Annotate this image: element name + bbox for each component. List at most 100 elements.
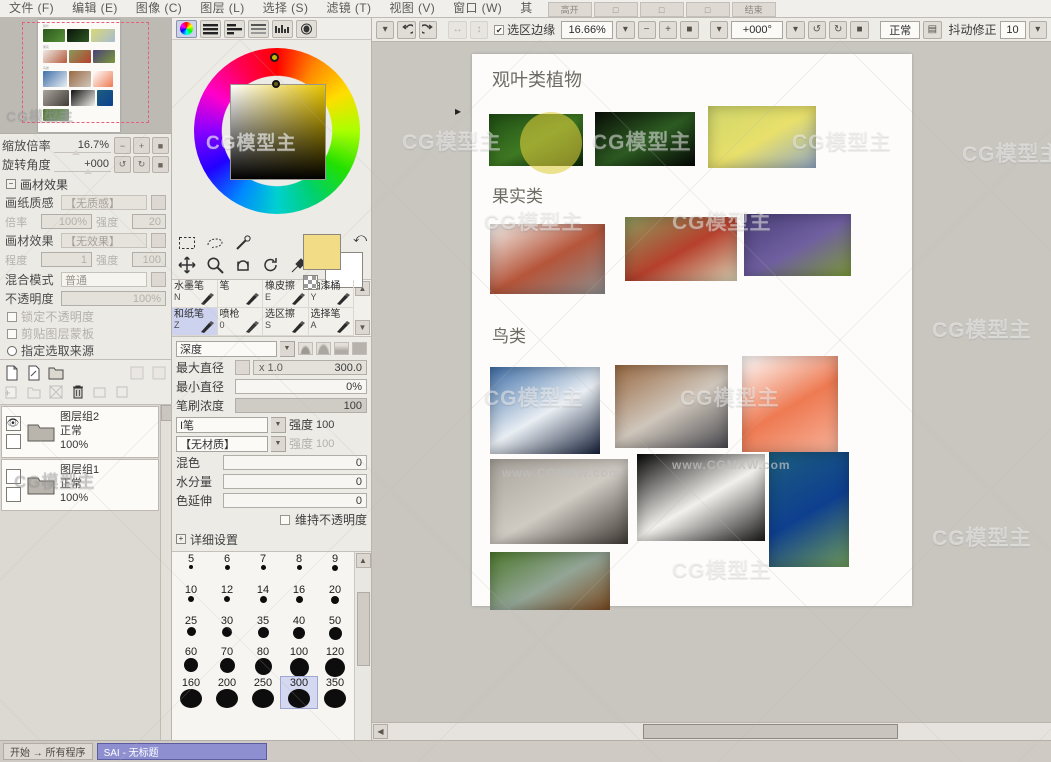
blend-mode-select[interactable]: 普通 (61, 272, 147, 287)
canvas-rotate-ccw-button[interactable]: ↺ (807, 20, 827, 39)
layer-1-visibility-checkbox[interactable] (5, 468, 21, 484)
keep-opacity-row[interactable]: 维持不透明度 (176, 511, 367, 528)
hand-icon[interactable] (234, 256, 252, 274)
layer-opacity-slider[interactable]: 100% (61, 291, 166, 306)
menu-item-select[interactable]: 选择 (S) (254, 0, 318, 17)
canvas-rotate-value[interactable]: +000° (731, 20, 784, 39)
hscroll-thumb[interactable] (643, 724, 898, 739)
menu-item-edit[interactable]: 编辑 (E) (63, 0, 127, 17)
saturation-value-knob[interactable] (272, 80, 280, 88)
brush-size-cell-35[interactable]: 35 (245, 615, 281, 646)
canvas-viewport[interactable]: ▸ 观叶类植物 果实类 鸟类 CG模型主 CG模型主 CG模型主 CG模型主 C… (372, 42, 1051, 722)
brush-size-cell-160[interactable]: 160 (173, 677, 209, 708)
brush-size-cell-50[interactable]: 50 (317, 615, 353, 646)
max-diameter-slider[interactable]: x 1.0 300.0 (253, 360, 367, 375)
paper-strength-slider[interactable]: 20 (132, 214, 166, 229)
brush-size-cell-5[interactable]: 5 (173, 553, 209, 584)
size-scroll-up[interactable]: ▲ (355, 553, 371, 568)
brush-size-cell-25[interactable]: 25 (173, 615, 209, 646)
material-select[interactable]: 【无材质】 (176, 435, 268, 452)
canvas-effects-header[interactable]: − 画材效果 (3, 175, 168, 193)
rotate-icon[interactable] (262, 256, 280, 274)
canvas-zoom-reset-button[interactable]: ■ (680, 20, 699, 39)
tail-button-2[interactable]: □ (639, 2, 684, 17)
selection-edge-toggle[interactable]: 选区边缘 (494, 21, 555, 38)
texture-select[interactable]: I笔 (176, 416, 268, 433)
tail-button-4[interactable]: 结束 (731, 2, 776, 17)
brush-size-scrollbar[interactable]: ▲ (354, 552, 371, 740)
stabilizer-dropdown[interactable]: ▾ (1028, 20, 1047, 39)
lock-alpha-row[interactable]: 锁定不透明度 (3, 308, 168, 325)
canvas-zoom-in-button[interactable]: + (658, 20, 678, 39)
max-diameter-lock-button[interactable] (235, 360, 250, 375)
menu-item-window[interactable]: 窗口 (W) (444, 0, 511, 17)
rgb-slider-tab[interactable] (200, 19, 221, 38)
select-source-row[interactable]: 指定选取来源 (3, 342, 168, 359)
brush-size-cell-60[interactable]: 60 (173, 646, 209, 677)
brush-size-cell-8[interactable]: 8 (281, 553, 317, 584)
brush-size-cell-14[interactable]: 14 (245, 584, 281, 615)
hsv-slider-tab[interactable] (224, 19, 245, 38)
texture-arrow[interactable]: ▼ (271, 416, 286, 433)
blending-slider[interactable]: 0 (223, 455, 367, 470)
lock-alpha-checkbox[interactable] (7, 311, 17, 322)
paper-opacity-slider[interactable]: 100% (41, 214, 92, 229)
transparent-swatch[interactable] (303, 275, 318, 290)
canvas-zoom-value[interactable]: 16.66% (561, 20, 614, 39)
brush-tool-5[interactable]: 喷枪 0 (217, 308, 263, 336)
menu-item-file[interactable]: 文件 (F) (0, 0, 63, 17)
tail-button-1[interactable]: □ (593, 2, 638, 17)
flip-horizontal-button[interactable]: ↔ (448, 20, 467, 39)
brush-size-cell-350[interactable]: 350 (317, 677, 353, 708)
swatches-tab[interactable] (272, 19, 293, 38)
color-mixer-tab[interactable] (248, 19, 269, 38)
zoom-slider-handle[interactable] (71, 149, 80, 155)
new-layer-icon[interactable] (4, 365, 20, 381)
zoom-icon[interactable] (206, 256, 224, 274)
foreground-color-swatch[interactable] (303, 234, 341, 270)
rotate-ccw-button[interactable]: ↺ (114, 156, 131, 173)
water-slider[interactable]: 0 (223, 474, 367, 489)
brush-size-cell-10[interactable]: 10 (173, 584, 209, 615)
artwork-canvas[interactable]: 观叶类植物 果实类 鸟类 CG模型主 CG模型主 CG模型主 CG模型主 CG模… (472, 54, 912, 610)
brush-tool-7[interactable]: 选择笔 A (308, 308, 354, 336)
brush-size-cell-30[interactable]: 30 (209, 615, 245, 646)
expand-icon[interactable]: + (176, 534, 186, 544)
brush-tool-6[interactable]: 选区擦 S (263, 308, 309, 336)
rotate-slider-handle[interactable] (83, 168, 92, 174)
selection-edge-checkbox[interactable] (494, 24, 505, 35)
details-header[interactable]: + 详细设置 (176, 530, 367, 548)
layer-item-0[interactable]: 👁 图层组2 正常 100% (1, 406, 159, 458)
import-icon[interactable] (114, 384, 130, 400)
new-linework-layer-icon[interactable] (26, 365, 42, 381)
rotate-field-dropdown[interactable]: ▾ (786, 20, 805, 39)
brush-size-cell-80[interactable]: 80 (245, 646, 281, 677)
layer-item-1[interactable]: 图层组1 正常 100% (1, 459, 159, 511)
brush-size-cell-300[interactable]: 300 (280, 676, 318, 709)
layer-scroll-thumb[interactable] (161, 405, 171, 421)
stabilizer-value[interactable]: 10 (999, 20, 1026, 39)
delete-layer-icon[interactable] (70, 384, 86, 400)
canvas-zoom-dropdown[interactable]: ▾ (616, 20, 635, 39)
shape-preset-3[interactable] (352, 342, 367, 355)
shape-preset-0[interactable] (298, 342, 313, 355)
new-folder-icon[interactable] (48, 365, 64, 381)
hue-knob[interactable] (270, 53, 279, 62)
brush-tool-2[interactable]: 橡皮擦 E (263, 280, 309, 308)
hscroll-track[interactable] (388, 724, 1050, 739)
layer-0-select-checkbox[interactable] (5, 433, 21, 449)
keep-opacity-checkbox[interactable] (279, 514, 290, 525)
brush-size-cell-100[interactable]: 100 (281, 646, 317, 677)
select-source-radio[interactable] (7, 345, 17, 356)
rotate-reset-button[interactable]: ■ (152, 156, 169, 173)
shape-preset-2[interactable] (334, 342, 349, 355)
scratchpad-tab[interactable] (296, 19, 317, 38)
rotate-cw-button[interactable]: ↻ (133, 156, 150, 173)
rotate-slider[interactable]: +000 (53, 158, 111, 174)
material-effect-browse-button[interactable] (151, 233, 166, 248)
brush-size-cell-200[interactable]: 200 (209, 677, 245, 708)
edge-shape-select[interactable]: 深度 (176, 340, 277, 357)
add-folder-icon[interactable] (26, 384, 42, 400)
lasso-select-icon[interactable] (206, 234, 224, 252)
flip-vertical-button[interactable]: ↕ (469, 20, 489, 39)
